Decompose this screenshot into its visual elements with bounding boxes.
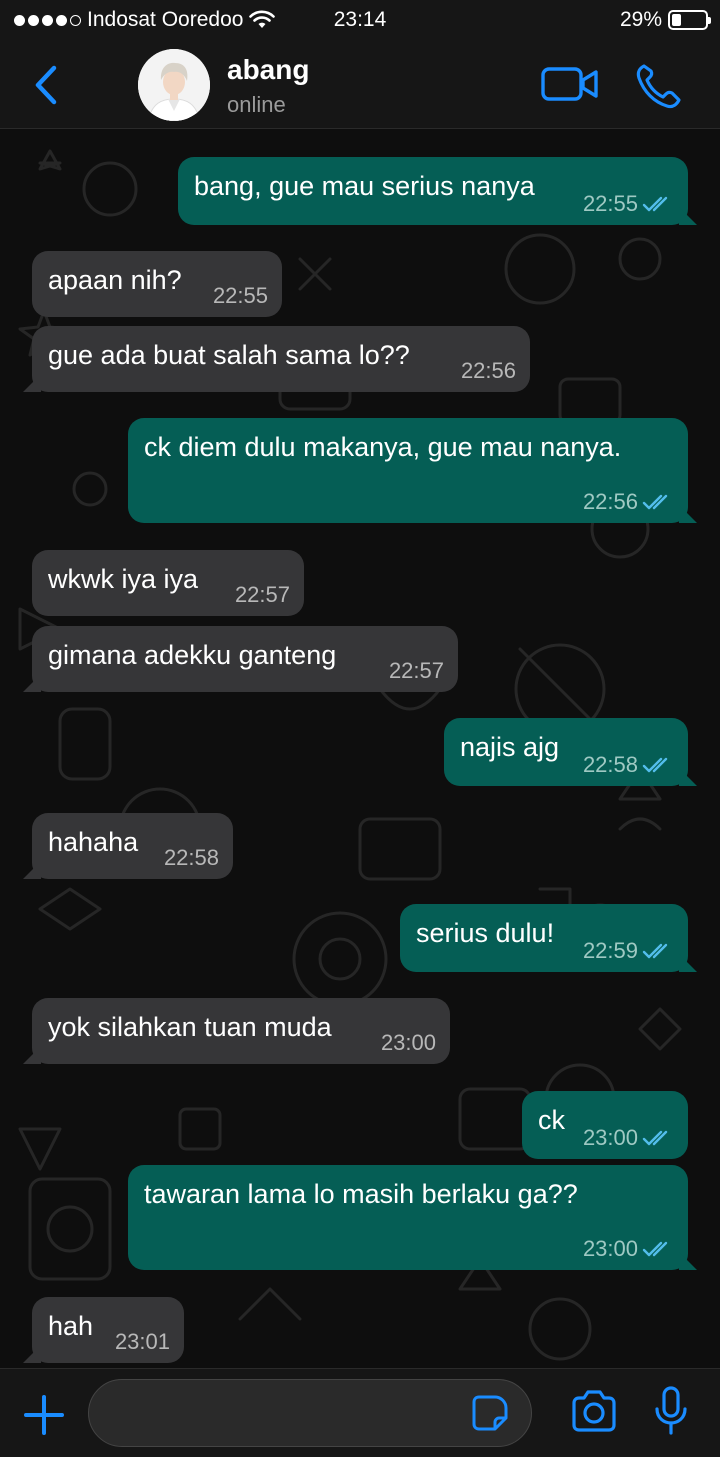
sticker-icon[interactable] — [471, 1394, 509, 1432]
message-time: 22:58 — [582, 752, 638, 777]
chat-area[interactable]: bang, gue mau serius nanya 22:55 apaan nih… — [0, 129, 720, 1368]
message-meta: 22:59 — [583, 940, 674, 962]
message-input[interactable] — [109, 1394, 453, 1434]
incoming-message[interactable]: wkwk iya iya 22:57 — [32, 550, 304, 616]
back-chevron-icon[interactable] — [28, 62, 68, 108]
message-time: 23:00 — [582, 1236, 638, 1261]
incoming-message[interactable]: gimana adekku ganteng 22:57 — [32, 626, 458, 692]
message-time: 22:56 — [460, 358, 516, 383]
message-meta: 23:01 — [115, 1331, 170, 1353]
message-meta: 23:00 — [583, 1238, 674, 1260]
message-text: yok silahkan tuan muda — [48, 1012, 332, 1042]
message-time: 22:56 — [582, 489, 638, 514]
read-receipt-icon — [642, 757, 668, 773]
message-time: 22:57 — [388, 658, 444, 683]
read-receipt-icon — [642, 196, 668, 212]
message-meta: 22:58 — [164, 847, 219, 869]
incoming-message[interactable]: hah 23:01 — [32, 1297, 184, 1363]
message-meta: 22:57 — [389, 660, 444, 682]
message-text: tawaran lama lo masih berlaku ga?? — [144, 1179, 578, 1209]
message-meta: 23:00 — [583, 1127, 674, 1149]
battery-percent: 29% — [619, 8, 662, 31]
read-receipt-icon — [642, 1241, 668, 1257]
outgoing-message[interactable]: bang, gue mau serius nanya 22:55 — [178, 157, 688, 225]
message-time: 23:00 — [582, 1125, 638, 1150]
incoming-message[interactable]: yok silahkan tuan muda 23:00 — [32, 998, 450, 1064]
video-call-icon[interactable] — [540, 64, 600, 104]
message-meta: 22:55 — [583, 193, 674, 215]
message-meta: 23:00 — [381, 1032, 436, 1054]
message-input-box[interactable] — [88, 1379, 532, 1447]
microphone-icon[interactable] — [652, 1385, 690, 1437]
battery-icon — [668, 10, 711, 30]
incoming-message[interactable]: apaan nih? 22:55 — [32, 251, 282, 317]
message-time: 23:00 — [380, 1030, 436, 1055]
outgoing-message[interactable]: tawaran lama lo masih berlaku ga?? 23:00 — [128, 1165, 688, 1270]
avatar[interactable] — [138, 49, 210, 121]
presence-status: online — [227, 92, 286, 117]
incoming-message[interactable]: gue ada buat salah sama lo?? 22:56 — [32, 326, 530, 392]
status-bar: Indosat Ooredoo 23:14 29% — [0, 0, 720, 42]
message-time: 22:57 — [234, 582, 290, 607]
message-meta: 22:56 — [461, 360, 516, 382]
plus-icon[interactable] — [22, 1393, 66, 1437]
message-meta: 22:58 — [583, 754, 674, 776]
battery-indicator: 29% — [619, 8, 711, 32]
message-text: ck diem dulu makanya, gue mau nanya. — [144, 432, 622, 462]
message-meta: 22:55 — [213, 285, 268, 307]
contact-name[interactable]: abang — [227, 54, 309, 86]
message-time: 22:55 — [212, 283, 268, 308]
message-meta: 22:56 — [583, 491, 674, 513]
message-text: gimana adekku ganteng — [48, 640, 337, 670]
incoming-message[interactable]: hahaha 22:58 — [32, 813, 233, 879]
outgoing-message[interactable]: serius dulu! 22:59 — [400, 904, 688, 972]
phone-call-icon[interactable] — [634, 62, 684, 110]
message-meta: 22:57 — [235, 584, 290, 606]
read-receipt-icon — [642, 943, 668, 959]
composer-bar — [0, 1368, 720, 1457]
chat-header: abang online — [0, 42, 720, 129]
message-time: 22:58 — [163, 845, 219, 870]
message-time: 23:01 — [114, 1329, 170, 1354]
outgoing-message[interactable]: ck 23:00 — [522, 1091, 688, 1159]
outgoing-message[interactable]: najis ajg 22:58 — [444, 718, 688, 786]
message-text: gue ada buat salah sama lo?? — [48, 340, 410, 370]
read-receipt-icon — [642, 494, 668, 510]
message-time: 22:59 — [582, 938, 638, 963]
read-receipt-icon — [642, 1130, 668, 1146]
contact-photo — [138, 49, 210, 121]
outgoing-message[interactable]: ck diem dulu makanya, gue mau nanya. 22:5… — [128, 418, 688, 523]
message-time: 22:55 — [582, 191, 638, 216]
clock: 23:14 — [333, 8, 387, 31]
camera-icon[interactable] — [570, 1389, 618, 1433]
